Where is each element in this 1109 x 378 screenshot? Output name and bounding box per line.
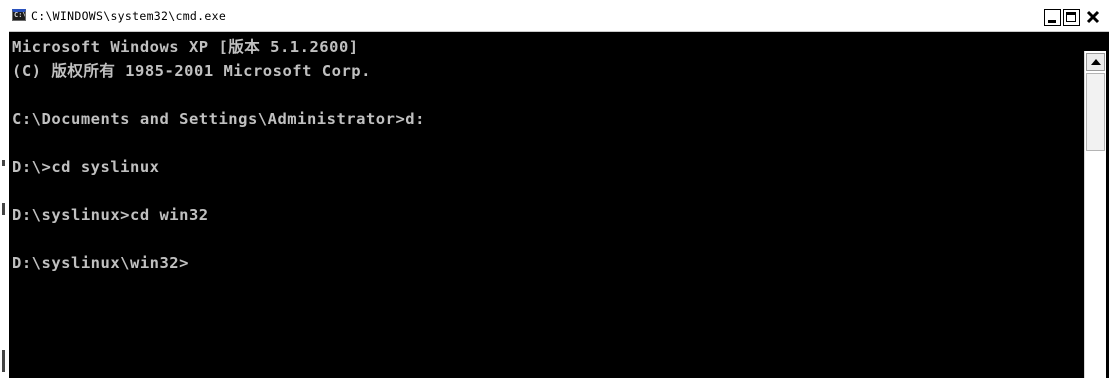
cmd-console-icon[interactable]: C:\	[12, 9, 26, 21]
console-line: D:\>cd syslinux	[12, 158, 160, 176]
minimize-button[interactable]	[1044, 9, 1061, 26]
console-output[interactable]: Microsoft Windows XP [版本 5.1.2600] (C) 版…	[9, 33, 1081, 378]
minimize-icon	[1048, 20, 1056, 23]
edge-artifact-mark	[2, 350, 5, 372]
maximize-icon	[1066, 12, 1076, 22]
window-title: C:\WINDOWS\system32\cmd.exe	[31, 9, 227, 23]
title-bar[interactable]: C:\ C:\WINDOWS\system32\cmd.exe	[9, 0, 1109, 32]
maximize-button[interactable]	[1063, 9, 1080, 26]
arrow-up-icon	[1091, 59, 1101, 65]
scroll-up-button[interactable]	[1086, 53, 1105, 71]
vertical-scrollbar[interactable]	[1084, 51, 1106, 378]
console-prompt-line: D:\syslinux\win32>	[12, 254, 189, 272]
console-line: (C) 版权所有 1985-2001 Microsoft Corp.	[12, 62, 371, 80]
close-icon	[1086, 10, 1100, 24]
cmd-window: C:\ C:\WINDOWS\system32\cmd.exe Microsof…	[9, 0, 1109, 378]
edge-artifact-mark	[2, 203, 5, 215]
edge-artifact-mark	[2, 160, 5, 166]
scroll-thumb[interactable]	[1086, 73, 1105, 151]
console-line: Microsoft Windows XP [版本 5.1.2600]	[12, 38, 359, 56]
close-button[interactable]	[1084, 9, 1101, 26]
console-line: C:\Documents and Settings\Administrator>…	[12, 110, 425, 128]
console-line: D:\syslinux>cd win32	[12, 206, 209, 224]
